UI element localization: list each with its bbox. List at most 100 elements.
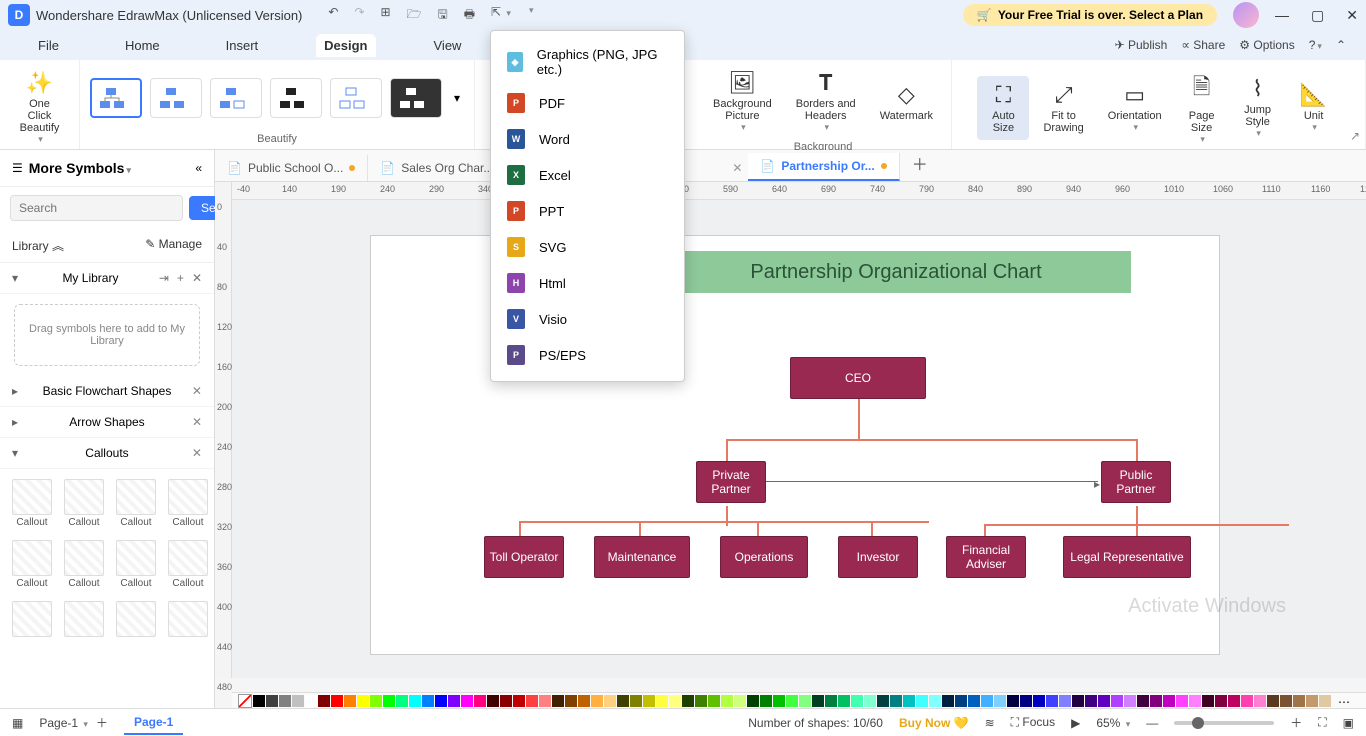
color-swatch[interactable]	[773, 695, 785, 707]
menu-home[interactable]: Home	[117, 34, 168, 57]
color-swatch[interactable]	[825, 695, 837, 707]
export-ppt[interactable]: PPPT	[491, 193, 684, 229]
color-swatch[interactable]	[630, 695, 642, 707]
color-swatch[interactable]	[890, 695, 902, 707]
color-swatch[interactable]	[955, 695, 967, 707]
fullscreen-icon[interactable]: ▣	[1343, 716, 1354, 730]
color-swatch[interactable]	[864, 695, 876, 707]
color-swatch[interactable]	[1254, 695, 1266, 707]
zoom-level[interactable]: 65% ▾	[1096, 716, 1130, 730]
color-swatch[interactable]	[786, 695, 798, 707]
watermark-button[interactable]: ◇Watermark	[870, 76, 943, 128]
close-tab-icon[interactable]: ✕	[726, 155, 748, 181]
manage-button[interactable]: ✎ Manage	[145, 237, 202, 254]
color-swatch[interactable]	[461, 695, 473, 707]
minimize-icon[interactable]: —	[1275, 7, 1289, 24]
maximize-icon[interactable]: ▢	[1311, 7, 1324, 24]
callout-item[interactable]: Callout	[112, 536, 160, 593]
menu-view[interactable]: View	[426, 34, 470, 57]
callout-item[interactable]	[112, 597, 160, 643]
redo-icon[interactable]: ↷	[354, 5, 364, 26]
import-icon[interactable]: ⇥	[159, 271, 169, 285]
callout-item[interactable]: Callout	[8, 475, 56, 532]
callout-item[interactable]: Callout	[60, 536, 108, 593]
share-button[interactable]: ∝ Share	[1181, 38, 1225, 52]
theme-6[interactable]	[390, 78, 442, 118]
color-swatch[interactable]	[760, 695, 772, 707]
color-swatch[interactable]	[1280, 695, 1292, 707]
color-swatch[interactable]	[435, 695, 447, 707]
color-swatch[interactable]	[331, 695, 343, 707]
focus-button[interactable]: ⛶ Focus	[1011, 715, 1055, 730]
color-swatch[interactable]	[383, 695, 395, 707]
theme-1[interactable]	[90, 78, 142, 118]
fit-page-icon[interactable]: ⛶	[1318, 715, 1326, 730]
more-symbols-button[interactable]: More Symbols▾	[29, 160, 196, 176]
color-swatch[interactable]	[1111, 695, 1123, 707]
trial-banner[interactable]: 🛒 Your Free Trial is over. Select a Plan	[963, 4, 1217, 26]
color-swatch[interactable]	[591, 695, 603, 707]
callout-item[interactable]: Callout	[164, 475, 212, 532]
layout-icon[interactable]: ▦	[12, 716, 23, 730]
color-swatch[interactable]	[487, 695, 499, 707]
avatar[interactable]	[1233, 2, 1259, 28]
color-swatch[interactable]	[344, 695, 356, 707]
print-icon[interactable]: 🖶	[464, 5, 475, 26]
color-swatch[interactable]	[1228, 695, 1240, 707]
export-pseps[interactable]: PPS/EPS	[491, 337, 684, 373]
color-swatch[interactable]	[916, 695, 928, 707]
node-operations[interactable]: Operations	[720, 536, 808, 578]
callout-item[interactable]: Callout	[8, 536, 56, 593]
doc-tab-2[interactable]: 📄Sales Org Char...	[368, 155, 506, 181]
node-toll-operator[interactable]: Toll Operator	[484, 536, 564, 578]
color-swatch[interactable]	[513, 695, 525, 707]
color-swatch[interactable]	[422, 695, 434, 707]
color-swatch[interactable]	[279, 695, 291, 707]
one-click-beautify-button[interactable]: ✨One Click Beautify ▾	[8, 64, 71, 151]
color-swatch[interactable]	[942, 695, 954, 707]
export-excel[interactable]: XExcel	[491, 157, 684, 193]
color-swatch[interactable]	[357, 695, 369, 707]
color-swatch[interactable]	[448, 695, 460, 707]
color-swatch[interactable]	[695, 695, 707, 707]
color-swatch[interactable]	[565, 695, 577, 707]
color-swatch[interactable]	[1059, 695, 1071, 707]
export-icon[interactable]: ⇱ ▾	[491, 5, 511, 26]
new-icon[interactable]: ⊞	[381, 5, 391, 26]
menu-file[interactable]: File	[30, 34, 67, 57]
more-colors-icon[interactable]: ⋯	[1338, 695, 1350, 707]
color-swatch[interactable]	[734, 695, 746, 707]
color-swatch[interactable]	[1007, 695, 1019, 707]
color-swatch[interactable]	[812, 695, 824, 707]
arrow-shapes-section[interactable]: Arrow Shapes✕	[0, 407, 214, 438]
color-swatch[interactable]	[968, 695, 980, 707]
node-legal-rep[interactable]: Legal Representative	[1063, 536, 1191, 578]
color-swatch[interactable]	[1176, 695, 1188, 707]
color-swatch[interactable]	[1137, 695, 1149, 707]
color-swatch[interactable]	[1293, 695, 1305, 707]
color-swatch[interactable]	[526, 695, 538, 707]
color-swatch[interactable]	[799, 695, 811, 707]
options-button[interactable]: ⚙ Options	[1239, 38, 1294, 52]
color-swatch[interactable]	[1072, 695, 1084, 707]
auto-size-button[interactable]: ⛶Auto Size	[977, 76, 1029, 140]
color-swatch[interactable]	[578, 695, 590, 707]
color-swatch[interactable]	[1189, 695, 1201, 707]
theme-2[interactable]	[150, 78, 202, 118]
callout-item[interactable]: Callout	[60, 475, 108, 532]
color-swatch[interactable]	[656, 695, 668, 707]
fit-drawing-button[interactable]: ⤢Fit to Drawing	[1033, 76, 1093, 140]
color-swatch[interactable]	[500, 695, 512, 707]
callout-item[interactable]	[164, 597, 212, 643]
no-color-swatch[interactable]	[238, 694, 252, 708]
color-swatch[interactable]	[838, 695, 850, 707]
doc-tab-3[interactable]: 📄Partnership Or...	[748, 153, 899, 181]
orientation-button[interactable]: ▭Orientation ▾	[1098, 76, 1172, 139]
more-icon[interactable]: ▾	[529, 5, 534, 26]
color-swatch[interactable]	[396, 695, 408, 707]
callouts-section[interactable]: Callouts✕	[0, 438, 214, 469]
color-swatch[interactable]	[643, 695, 655, 707]
theme-5[interactable]	[330, 78, 382, 118]
page-selector[interactable]: Page-1 ▾	[39, 716, 88, 730]
color-swatch[interactable]	[1163, 695, 1175, 707]
